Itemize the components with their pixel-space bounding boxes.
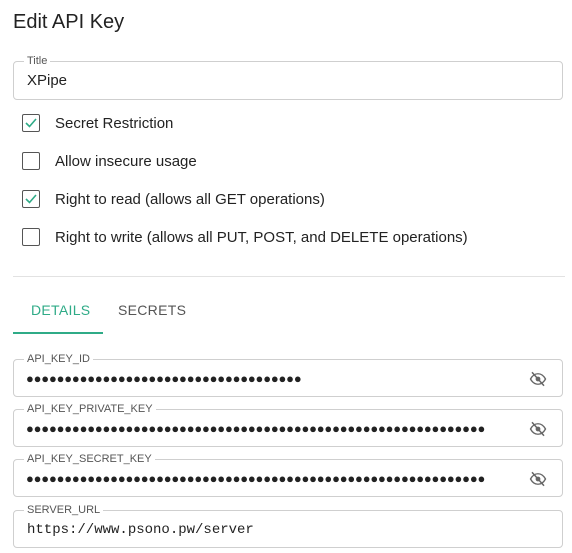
option-right-to-read[interactable]: Right to read (allows all GET operations… — [22, 188, 325, 210]
api-key-private-key-field[interactable]: API_KEY_PRIVATE_KEY ●●●●●●●●●●●●●●●●●●●●… — [13, 402, 563, 447]
api-key-id-field[interactable]: API_KEY_ID ●●●●●●●●●●●●●●●●●●●●●●●●●●●●●… — [13, 352, 563, 397]
eye-off-icon[interactable] — [527, 470, 549, 488]
check-icon — [25, 194, 37, 204]
option-label: Secret Restriction — [55, 114, 174, 132]
option-label: Allow insecure usage — [55, 152, 197, 170]
title-field-label: Title — [24, 54, 51, 68]
server-url-label: SERVER_URL — [24, 503, 104, 517]
eye-off-icon[interactable] — [527, 370, 549, 388]
check-icon — [25, 118, 37, 128]
api-key-private-key-label: API_KEY_PRIVATE_KEY — [24, 402, 156, 416]
tab-details[interactable]: DETAILS — [31, 302, 90, 318]
checkbox-secret-restriction[interactable] — [22, 114, 40, 132]
checkbox-right-to-read[interactable] — [22, 190, 40, 208]
title-field-value[interactable]: XPipe — [27, 72, 67, 89]
dialog-title: Edit API Key — [13, 11, 125, 33]
api-key-private-key-value[interactable]: ●●●●●●●●●●●●●●●●●●●●●●●●●●●●●●●●●●●●●●●●… — [26, 421, 514, 436]
option-allow-insecure[interactable]: Allow insecure usage — [22, 150, 197, 172]
api-key-id-label: API_KEY_ID — [24, 352, 93, 366]
active-tab-indicator — [13, 332, 103, 334]
api-key-secret-key-value[interactable]: ●●●●●●●●●●●●●●●●●●●●●●●●●●●●●●●●●●●●●●●●… — [26, 471, 514, 486]
api-key-id-value[interactable]: ●●●●●●●●●●●●●●●●●●●●●●●●●●●●●●●●●●●● — [26, 371, 326, 386]
server-url-field[interactable]: SERVER_URL https://www.psono.pw/server — [13, 503, 563, 548]
checkbox-allow-insecure[interactable] — [22, 152, 40, 170]
divider — [13, 276, 565, 277]
server-url-value[interactable]: https://www.psono.pw/server — [27, 522, 254, 538]
option-label: Right to write (allows all PUT, POST, an… — [55, 228, 468, 246]
option-right-to-write[interactable]: Right to write (allows all PUT, POST, an… — [22, 226, 468, 248]
tab-secrets[interactable]: SECRETS — [118, 302, 186, 318]
api-key-secret-key-label: API_KEY_SECRET_KEY — [24, 452, 155, 466]
option-label: Right to read (allows all GET operations… — [55, 190, 325, 208]
option-secret-restriction[interactable]: Secret Restriction — [22, 112, 173, 134]
title-field[interactable]: Title XPipe — [13, 54, 563, 100]
api-key-secret-key-field[interactable]: API_KEY_SECRET_KEY ●●●●●●●●●●●●●●●●●●●●●… — [13, 452, 563, 497]
eye-off-icon[interactable] — [527, 420, 549, 438]
checkbox-right-to-write[interactable] — [22, 228, 40, 246]
